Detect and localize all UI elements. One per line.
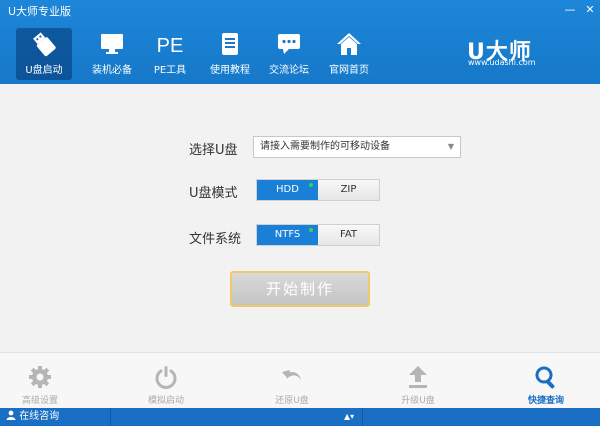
nav-label-homepage: 官网首页 [329,65,369,76]
gear-icon [29,366,51,388]
nav-label-usb-boot: U盘启动 [25,65,63,76]
tool-restore-usb[interactable]: 还原U盘 [252,353,332,409]
usb-device-select-value: 请接入需要制作的可移动设备 [260,141,390,152]
monitor-icon [101,34,123,54]
online-consult-label: 在线咨询 [19,411,60,422]
pe-text-icon: PE [157,35,184,57]
fs-option-fat-label: FAT [339,229,357,240]
undo-arrow-icon [282,370,301,380]
nav-label-tutorial: 使用教程 [210,65,250,76]
nav-label-essentials: 装机必备 [92,65,132,76]
user-icon [6,410,16,420]
close-button[interactable]: ✕ [580,0,600,20]
chevron-down-icon: ▼ [447,142,454,151]
tool-label-simulate-boot: 模拟启动 [147,396,184,406]
filesystem-toggle: NTFS FAT [256,224,380,246]
nav-item-usb-boot[interactable]: U盘启动 [16,28,72,80]
tool-advanced-settings[interactable]: 高级设置 [0,353,80,409]
selected-indicator-icon [309,183,313,187]
tool-label-restore-usb: 还原U盘 [275,396,309,406]
mode-option-hdd-label: HDD [276,184,299,195]
start-make-button[interactable]: 开始制作 [230,271,370,307]
chat-bubble-icon [278,34,300,54]
nav-item-forum[interactable]: 交流论坛 [261,28,317,80]
fs-option-ntfs[interactable]: NTFS [257,225,318,245]
tool-label-advanced-settings: 高级设置 [21,396,58,406]
usb-mode-label: U盘模式 [189,186,238,201]
tool-label-upgrade-usb: 升级U盘 [401,396,435,406]
nav-item-tutorial[interactable]: 使用教程 [202,28,258,80]
home-icon [337,33,361,55]
power-icon [155,366,177,389]
header-bar: U大师专业版 — ✕ U盘启动 装机必备 PE PE工具 使用教程 交流论坛 官… [0,0,600,84]
svg-text:PE: PE [157,35,184,57]
usb-drive-icon [33,32,56,57]
nav-item-homepage[interactable]: 官网首页 [321,28,377,80]
nav-item-essentials[interactable]: 装机必备 [84,28,140,80]
usb-device-select[interactable]: 请接入需要制作的可移动设备 ▼ [253,136,461,158]
udashi-logo: U大师 www.udashi.com [465,34,545,70]
book-icon [222,33,238,55]
fs-option-fat[interactable]: FAT [318,225,379,245]
mode-option-zip[interactable]: ZIP [318,180,379,200]
status-divider [362,408,363,426]
select-usb-label: 选择U盘 [189,143,238,158]
nav-item-pe-tools[interactable]: PE PE工具 [142,28,198,80]
tool-quick-query[interactable]: 快捷查询 [506,353,586,409]
mode-option-hdd[interactable]: HDD [257,180,318,200]
minimize-button[interactable]: — [560,0,580,20]
nav-label-pe-tools: PE工具 [153,65,187,76]
mode-option-zip-label: ZIP [340,184,357,195]
logo-url: www.udashi.com [468,58,536,67]
bottom-toolbar: 高级设置 模拟启动 还原U盘 升级U盘 快捷查询 [0,352,600,408]
tool-upgrade-usb[interactable]: 升级U盘 [378,353,458,409]
status-bar: 在线咨询 ▲▾ [0,408,600,426]
tool-label-quick-query: 快捷查询 [527,396,564,406]
status-divider [110,408,111,426]
status-scroll-toggle[interactable]: ▲▾ [344,408,354,426]
window-title: U大师专业版 [8,5,72,18]
filesystem-label: 文件系统 [189,232,242,247]
search-icon [535,366,555,389]
nav-label-forum: 交流论坛 [269,65,309,76]
selected-indicator-icon [309,228,313,232]
fs-option-ntfs-label: NTFS [274,229,301,240]
tool-simulate-boot[interactable]: 模拟启动 [126,353,206,409]
upload-arrow-icon [409,366,427,388]
usb-mode-toggle: HDD ZIP [256,179,380,201]
online-consult-link[interactable]: 在线咨询 [6,408,59,426]
title-bar: U大师专业版 — ✕ [0,0,600,20]
